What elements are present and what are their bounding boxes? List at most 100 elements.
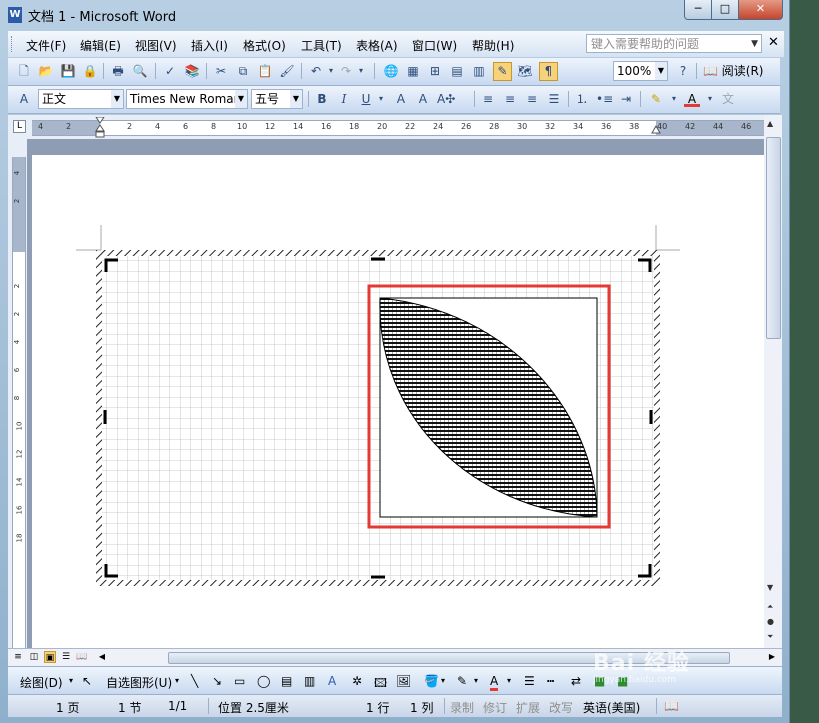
phonetic-icon[interactable]: 文 — [720, 91, 736, 107]
italic-button[interactable]: I — [336, 91, 352, 107]
vertical-ruler[interactable]: 4 2 2 2 4 6 8 10 12 14 16 18 — [12, 157, 26, 648]
chevron-down-icon[interactable]: ▾ — [175, 676, 179, 685]
menu-tools[interactable]: 工具(T) — [301, 37, 342, 54]
close-button[interactable]: ✕ — [738, 0, 783, 20]
scroll-thumb[interactable] — [766, 137, 781, 339]
chevron-down-icon[interactable]: ▾ — [441, 676, 445, 685]
rectangle-tool-icon[interactable]: ▭ — [234, 674, 245, 688]
char-shading-icon[interactable]: Ａ — [415, 91, 431, 107]
autoshapes-menu-button[interactable]: 自选图形(U) — [106, 674, 172, 691]
minimize-button[interactable]: ─ — [684, 0, 712, 20]
menu-help[interactable]: 帮助(H) — [472, 37, 514, 54]
scroll-down-icon[interactable]: ▼ — [767, 583, 773, 592]
clipart-icon[interactable]: 🖾 — [374, 674, 387, 695]
char-border-icon[interactable]: Ａ — [393, 91, 409, 107]
diagram-icon[interactable]: ✲ — [352, 674, 362, 688]
spelling-status-icon[interactable]: 📖 — [664, 699, 679, 713]
distributed-icon[interactable]: ☰ — [546, 91, 562, 107]
numbering-icon[interactable]: ⒈ — [574, 91, 590, 107]
bold-button[interactable]: B — [314, 91, 330, 107]
vertical-scrollbar[interactable]: ▲ ▼ ⏶ ● ⏷ — [764, 115, 782, 648]
chevron-down-icon[interactable]: ▼ — [655, 62, 667, 80]
tab-selector[interactable]: L — [13, 120, 26, 133]
maximize-button[interactable]: □ — [711, 0, 739, 20]
help-search-input[interactable]: 键入需要帮助的问题 ▼ — [586, 34, 762, 53]
print-view-icon[interactable]: ▣ — [44, 651, 56, 663]
dash-style-icon[interactable]: ┅ — [547, 674, 554, 688]
menu-view[interactable]: 视图(V) — [135, 37, 177, 54]
style-select[interactable]: 正文 ▼ — [38, 89, 124, 109]
outline-view-icon[interactable]: ☰ — [60, 651, 72, 663]
align-left-icon[interactable]: ≡ — [480, 91, 496, 107]
status-extend[interactable]: 扩展 — [516, 699, 540, 716]
hyperlink-icon[interactable]: 🌐 — [383, 63, 399, 79]
menu-table[interactable]: 表格(A) — [356, 37, 398, 54]
chevron-down-icon[interactable]: ▾ — [507, 676, 511, 685]
chevron-down-icon[interactable]: ▼ — [235, 90, 247, 108]
scroll-left-icon[interactable]: ◀ — [96, 651, 108, 663]
browse-object-icon[interactable]: ● — [767, 617, 774, 626]
status-record[interactable]: 录制 — [450, 699, 474, 716]
save-icon[interactable]: 💾 — [60, 63, 76, 79]
show-hide-icon[interactable]: ¶ — [539, 62, 558, 81]
menu-window[interactable]: 窗口(W) — [412, 37, 457, 54]
tables-borders-icon[interactable]: ▦ — [405, 63, 421, 79]
copy-icon[interactable]: ⧉ — [235, 63, 251, 79]
redo-dropdown-icon[interactable]: ▾ — [353, 63, 369, 79]
vertical-textbox-icon[interactable]: ▥ — [304, 674, 315, 688]
font-size-select[interactable]: 五号 ▼ — [251, 89, 303, 109]
insert-excel-icon[interactable]: ▤ — [449, 63, 465, 79]
next-page-icon[interactable]: ⏷ — [767, 632, 773, 642]
drawing-icon[interactable]: ✎ — [493, 62, 512, 81]
menu-file[interactable]: 文件(F) — [26, 37, 66, 54]
line-tool-icon[interactable]: ╲ — [191, 674, 198, 688]
select-objects-icon[interactable]: ↖ — [82, 674, 92, 688]
font-color-dropdown-icon[interactable]: ▾ — [702, 91, 718, 107]
indent-marker-icon[interactable] — [95, 117, 105, 139]
close-document-button[interactable]: ✕ — [768, 35, 779, 50]
reading-view-icon[interactable]: 📖 — [76, 651, 88, 663]
oval-tool-icon[interactable]: ◯ — [257, 674, 270, 688]
picture-icon[interactable]: 🖼 — [396, 674, 411, 688]
undo-icon[interactable]: ↶ — [308, 63, 324, 79]
toolbar-grip[interactable] — [11, 36, 15, 52]
menu-format[interactable]: 格式(O) — [243, 37, 286, 54]
right-indent-marker-icon[interactable] — [651, 125, 661, 135]
chevron-down-icon[interactable]: ▼ — [751, 35, 758, 54]
underline-dropdown-icon[interactable]: ▾ — [373, 91, 389, 107]
line-style-icon[interactable]: ☰ — [524, 674, 535, 688]
format-painter-icon[interactable]: 🖌 — [279, 63, 295, 79]
paste-icon[interactable]: 📋 — [257, 63, 273, 79]
wordart-icon[interactable]: A — [328, 674, 336, 688]
underline-button[interactable]: U — [358, 91, 374, 107]
undo-dropdown-icon[interactable]: ▾ — [323, 63, 339, 79]
font-select[interactable]: Times New Roman ▼ — [126, 89, 248, 109]
status-track-changes[interactable]: 修订 — [483, 699, 507, 716]
drawing-canvas[interactable] — [96, 250, 660, 586]
insert-table-icon[interactable]: ⊞ — [427, 63, 443, 79]
status-overtype[interactable]: 改写 — [549, 699, 573, 716]
research-icon[interactable]: 📚 — [184, 63, 200, 79]
print-preview-icon[interactable]: 🔍 — [132, 63, 148, 79]
menu-edit[interactable]: 编辑(E) — [80, 37, 121, 54]
document-map-icon[interactable]: 🗺 — [517, 63, 533, 79]
line-color-icon[interactable]: ✎ — [457, 674, 467, 688]
indent-icon[interactable]: ⇥ — [618, 91, 634, 107]
textbox-tool-icon[interactable]: ▤ — [281, 674, 292, 688]
chevron-down-icon[interactable]: ▼ — [111, 90, 123, 108]
fill-color-icon[interactable]: 🪣 — [424, 674, 439, 688]
help-icon[interactable]: ? — [675, 63, 691, 79]
zoom-select[interactable]: 100% ▼ — [613, 61, 668, 81]
open-folder-icon[interactable]: 📂 — [38, 63, 54, 79]
word-icon[interactable]: W — [8, 7, 22, 23]
permission-icon[interactable]: 🔒 — [82, 63, 98, 79]
scroll-right-icon[interactable]: ▶ — [766, 651, 778, 663]
align-right-icon[interactable]: ≡ — [524, 91, 540, 107]
highlight-icon[interactable]: ✎ — [648, 91, 664, 107]
normal-view-icon[interactable]: ≡ — [12, 651, 24, 663]
cut-icon[interactable]: ✂ — [213, 63, 229, 79]
new-document-icon[interactable]: 🗋 — [16, 63, 32, 79]
bullets-icon[interactable]: •≡ — [596, 91, 613, 107]
arrow-tool-icon[interactable]: ↘ — [212, 674, 222, 688]
font-color-icon[interactable]: A — [684, 91, 700, 107]
